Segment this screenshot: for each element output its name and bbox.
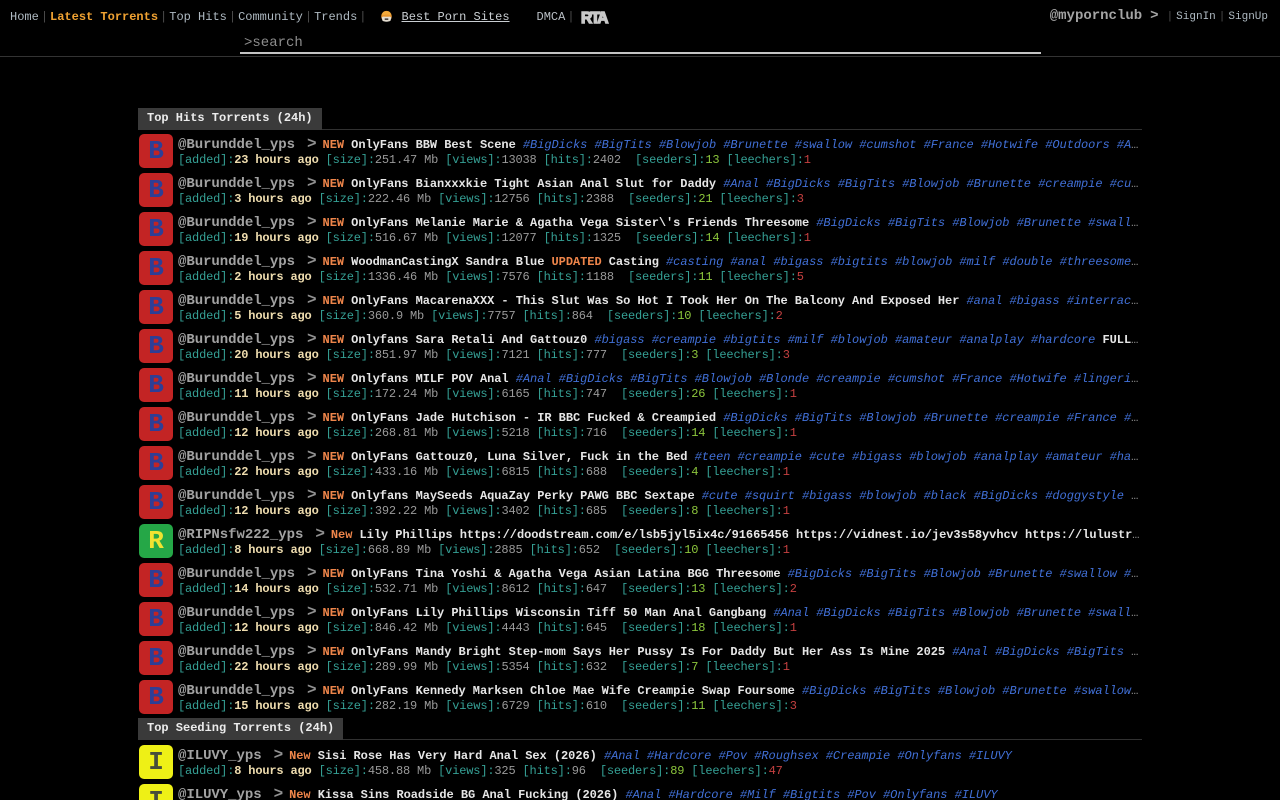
svg-text:RTA: RTA bbox=[581, 10, 608, 25]
